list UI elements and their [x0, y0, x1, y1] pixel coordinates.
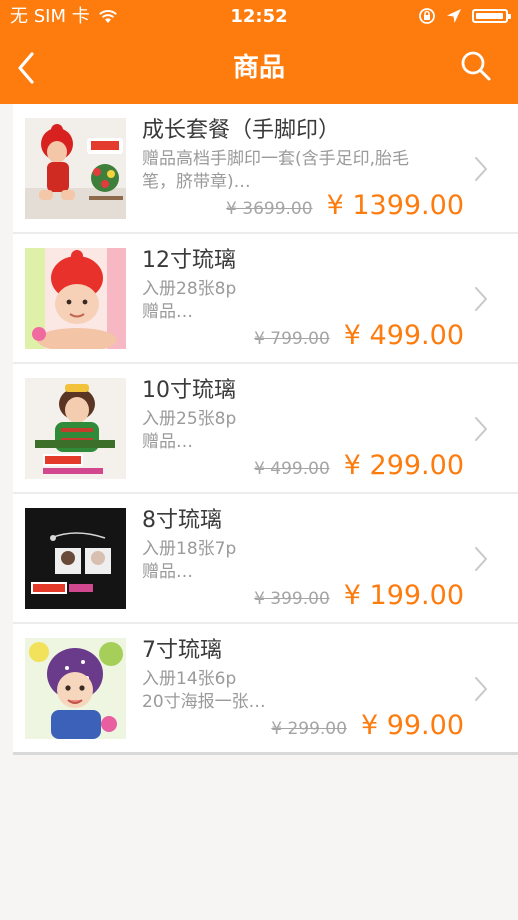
product-desc-line: 赠品高档手脚印一套(含手足印,胎毛 — [142, 149, 410, 169]
product-item[interactable]: 12寸琉璃 入册28张8p 赠品… ¥ 799.00 ¥ 499.00 — [13, 234, 518, 364]
chevron-right-icon — [475, 417, 487, 441]
product-desc-line: 入册28张8p — [142, 279, 237, 299]
price-row: ¥ 399.00 ¥ 199.00 — [254, 580, 464, 611]
original-price: ¥ 399.00 — [254, 589, 330, 609]
battery-icon — [472, 9, 511, 23]
product-thumbnail — [25, 118, 126, 219]
product-desc-line: 入册25张8p — [142, 409, 237, 429]
product-item[interactable]: 10寸琉璃 入册25张8p 赠品… ¥ 499.00 ¥ 299.00 — [13, 364, 518, 494]
price-row: ¥ 3699.00 ¥ 1399.00 — [226, 190, 464, 221]
product-desc: 入册18张7p 赠品… — [142, 538, 462, 584]
top-bar: 无 SIM 卡 12:52 商品 — [0, 0, 518, 104]
orientation-lock-icon — [419, 8, 435, 24]
product-thumbnail — [25, 508, 126, 609]
original-price: ¥ 3699.00 — [226, 199, 313, 219]
status-right — [418, 7, 511, 25]
search-icon — [461, 51, 491, 81]
product-thumbnail — [25, 248, 126, 349]
product-thumbnail — [25, 638, 126, 739]
product-title: 8寸琉璃 — [142, 508, 222, 533]
product-item[interactable]: 8寸琉璃 入册18张7p 赠品… ¥ 399.00 ¥ 199.00 — [13, 494, 518, 624]
original-price: ¥ 799.00 — [254, 329, 330, 349]
product-desc: 入册14张6p 20寸海报一张… — [142, 668, 462, 714]
search-button[interactable] — [456, 46, 496, 86]
price-row: ¥ 299.00 ¥ 99.00 — [271, 710, 464, 741]
sale-price: ¥ 1399.00 — [326, 190, 464, 221]
chevron-right-icon — [475, 547, 487, 571]
product-desc-line: 入册14张6p — [142, 669, 237, 689]
original-price: ¥ 299.00 — [271, 719, 347, 739]
page-title: 商品 — [232, 53, 285, 83]
sale-price: ¥ 299.00 — [343, 450, 464, 481]
chevron-right-icon — [475, 677, 487, 701]
product-thumbnail — [25, 378, 126, 479]
product-desc: 赠品高档手脚印一套(含手足印,胎毛 笔，脐带章)… — [142, 148, 462, 194]
sale-price: ¥ 199.00 — [343, 580, 464, 611]
price-row: ¥ 499.00 ¥ 299.00 — [254, 450, 464, 481]
product-item[interactable]: 7寸琉璃 入册14张6p 20寸海报一张… ¥ 299.00 ¥ 99.00 — [13, 624, 518, 752]
product-desc-line: 入册18张7p — [142, 539, 237, 559]
product-title: 10寸琉璃 — [142, 378, 236, 403]
chevron-right-icon — [475, 157, 487, 181]
product-desc: 入册25张8p 赠品… — [142, 408, 462, 454]
product-desc: 入册28张8p 赠品… — [142, 278, 462, 324]
chevron-right-icon — [475, 287, 487, 311]
product-item[interactable]: 成长套餐（手脚印） 赠品高档手脚印一套(含手足印,胎毛 笔，脐带章)… ¥ 36… — [13, 104, 518, 234]
price-row: ¥ 799.00 ¥ 499.00 — [254, 320, 464, 351]
original-price: ¥ 499.00 — [254, 459, 330, 479]
sale-price: ¥ 99.00 — [360, 710, 464, 741]
location-arrow-icon — [447, 9, 461, 23]
status-bar: 无 SIM 卡 12:52 — [0, 0, 518, 36]
product-title: 成长套餐（手脚印） — [142, 118, 341, 143]
product-title: 7寸琉璃 — [142, 638, 222, 663]
sale-price: ¥ 499.00 — [343, 320, 464, 351]
product-title: 12寸琉璃 — [142, 248, 236, 273]
product-list: 成长套餐（手脚印） 赠品高档手脚印一套(含手足印,胎毛 笔，脐带章)… ¥ 36… — [13, 104, 518, 755]
nav-bar: 商品 — [0, 36, 518, 104]
